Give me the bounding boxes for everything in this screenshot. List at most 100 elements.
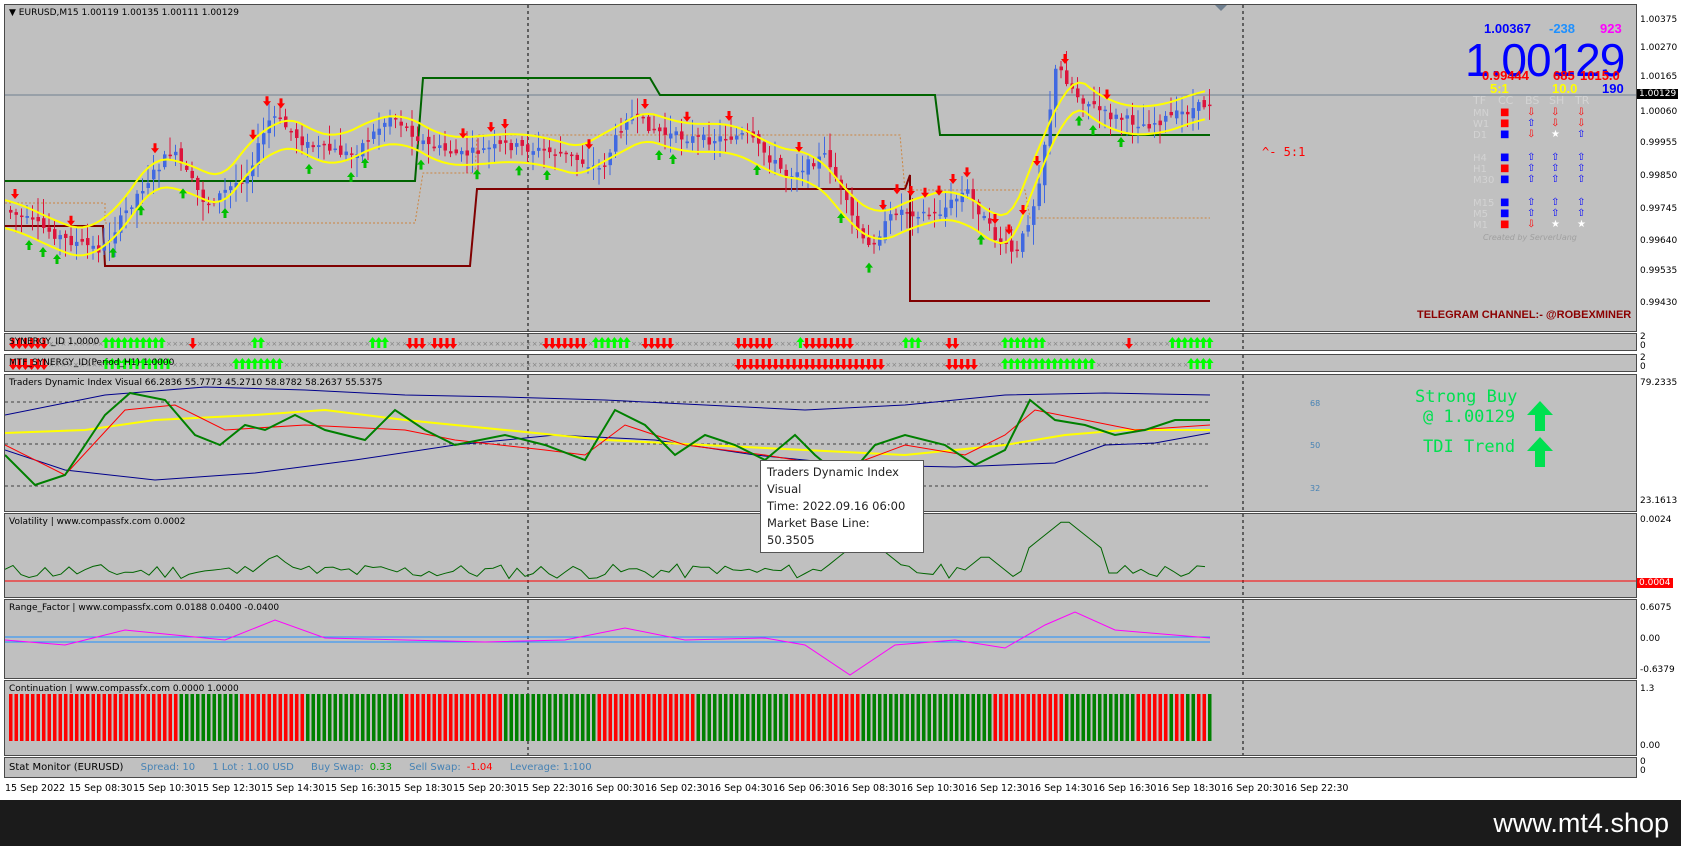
candle-body [1081,98,1085,104]
neutral-x-icon: × [910,361,916,369]
candle-body [828,150,832,168]
neutral-x-icon: × [966,340,972,348]
buy-arrow-icon [1013,337,1022,348]
neutral-x-icon: × [563,361,569,369]
neutral-x-icon: × [674,340,680,348]
neutral-x-icon: × [922,361,928,369]
continuation-bar [229,694,233,741]
candle-body [504,140,508,143]
candle-body [768,155,772,163]
neutral-x-icon: × [476,361,482,369]
candle-body [146,183,150,189]
matrix-square-icon: ■ [1500,208,1510,219]
neutral-x-icon: × [978,340,984,348]
continuation-bar [141,694,145,741]
candle-body [933,211,937,214]
matrix-up-arrow-icon: ⇧ [1527,152,1536,163]
matrix-up-arrow-icon: ⇧ [1551,197,1560,208]
continuation-bar [773,694,777,741]
continuation-bar [658,694,662,741]
time-tick-label: 16 Sep 00:30 [581,783,645,794]
volatility-marker: 0.0004 [1637,578,1673,588]
continuation-bar [97,694,101,741]
continuation-bar [322,694,326,741]
continuation-bar [1065,694,1069,741]
candle-body [300,136,304,146]
continuation-bar [9,694,13,741]
range-factor-pane[interactable]: Range_Factor | www.compassfx.com 0.0188 … [4,599,1637,679]
neutral-x-icon: × [296,340,302,348]
tdi-trend-arrow-icon [1527,437,1553,467]
continuation-bar [883,694,887,741]
neutral-x-icon: × [891,361,897,369]
ratio-marker: ^- 5:1 [1262,145,1306,159]
time-axis[interactable]: 15 Sep 2022 15 Sep 08:30 15 Sep 10:30 15 Se… [4,780,1637,798]
candle-body [53,229,57,239]
candle-body [141,191,145,194]
stat-monitor-pane[interactable]: Stat Monitor (EURUSD) Spread: 10 1 Lot :… [4,757,1637,778]
candle-body [680,131,684,140]
price-tick-label: 0.99430 [1640,298,1678,308]
continuation-bar [966,694,970,741]
continuation-scale: 1.3 0.00 [1637,680,1681,756]
neutral-x-icon: × [265,340,271,348]
continuation-title: Continuation | www.compassfx.com 0.0000 … [9,684,239,694]
sell-arrow-icon [449,338,458,349]
continuation-bar [454,694,458,741]
neutral-x-icon: × [1102,361,1108,369]
continuation-bar [713,694,717,741]
neutral-x-icon: × [650,361,656,369]
time-tick-label: 16 Sep 04:30 [709,783,773,794]
candle-body [1048,109,1052,147]
candle-body [1098,106,1102,111]
buy-arrow-icon [39,247,47,257]
neutral-x-icon: × [1059,340,1065,348]
continuation-bar [641,694,645,741]
buy-arrow-icon [543,170,551,180]
buy-arrow-icon [157,337,166,348]
price-axis[interactable]: 1.00375 1.00270 1.00165 1.00129 1.00060 0.999… [1637,4,1681,332]
continuation-bar [1191,694,1195,741]
continuation-canvas [9,681,1244,755]
candle-body [619,131,623,133]
continuation-bar [317,694,321,741]
sell-arrow-icon [846,359,854,370]
continuation-bar [823,694,827,741]
neutral-x-icon: × [538,361,544,369]
buy-arrow-icon [1205,337,1214,348]
candle-body [152,169,156,180]
candle-body [1131,115,1135,125]
mtf-synergy-pane[interactable]: × × × × × × × × × × × × × × × × × × × × × × × × × × × × × × × × × × × × × × × ×… [4,354,1637,372]
candle-body [922,211,926,214]
neutral-x-icon: × [1133,361,1139,369]
continuation-bar [559,694,563,741]
buy-arrow-icon [305,163,313,174]
buy-arrow-icon [655,150,663,160]
neutral-x-icon: × [358,361,364,369]
sell-arrow-icon [641,99,649,109]
candle-body [174,151,178,156]
continuation-bar [839,694,843,741]
synergy-pane[interactable]: × × × × × × × × × × × × × × × × × × × × × × × × × × × × × × × × × × × × × × × ×… [4,333,1637,351]
continuation-pane[interactable]: Continuation | www.compassfx.com 0.0000 … [4,680,1637,756]
buy-arrow-icon [598,337,606,348]
neutral-x-icon: × [867,340,873,348]
stat-lot: 1 Lot : 1.00 USD [212,762,294,773]
neutral-x-icon: × [724,361,730,369]
continuation-bar [416,694,420,741]
candle-body [339,145,343,155]
neutral-x-icon: × [240,340,246,348]
neutral-x-icon: × [476,340,482,348]
main-price-chart[interactable]: ▼ EURUSD,M15 1.00119 1.00135 1.00111 1.0… [4,4,1637,332]
candle-body [531,151,535,155]
candle-body [394,118,398,120]
continuation-bar [531,694,535,741]
buy-arrow-icon [865,262,873,273]
tdi-level-low: 32 [1310,484,1321,493]
matrix-down-arrow-icon: ⇩ [1551,107,1560,118]
candle-body [1109,112,1113,120]
buy-arrow-icon [139,337,148,348]
synergy-matrix: TF CC BS SH TR MN ■ ⇩ ⇩ ⇩ W1 ■ ⇧ ⇩ ⇩ D1 ■ ⇩ ★ ⇧ H4 ■ ⇧ ⇧ ⇧ H1 ■ ⇧ ⇧ ⇧… [1473,94,1633,244]
continuation-bar [399,694,403,741]
matrix-up-arrow-icon: ⇧ [1577,129,1586,140]
